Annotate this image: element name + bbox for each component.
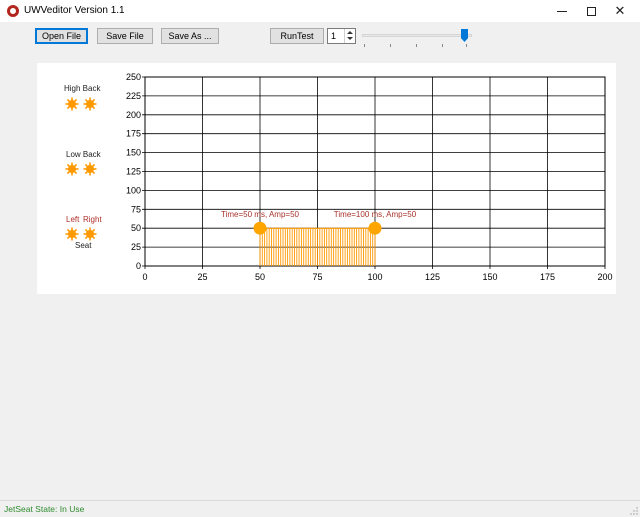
minimize-icon bbox=[557, 10, 567, 12]
axis-labels: 0 25 50 75 100 125 150 175 200 0 25 50 75 100 125 150 17… bbox=[126, 72, 613, 282]
y-tick-label: 0 bbox=[136, 261, 141, 271]
slider-track[interactable] bbox=[362, 34, 472, 37]
x-tick-label: 100 bbox=[367, 272, 382, 282]
x-tick-label: 200 bbox=[597, 272, 612, 282]
close-icon: ✕ bbox=[614, 3, 626, 18]
status-bar: JetSeat State: In Use bbox=[0, 500, 640, 517]
title-bar: UWVeditor Version 1.1 ✕ bbox=[0, 0, 640, 22]
x-tick-label: 150 bbox=[482, 272, 497, 282]
y-tick-label: 250 bbox=[126, 72, 141, 82]
y-tick-label: 175 bbox=[126, 129, 141, 139]
jetseat-status-text: JetSeat State: In Use bbox=[4, 504, 85, 514]
app-logo-icon bbox=[7, 5, 19, 17]
slider-tick bbox=[416, 44, 417, 47]
chart-grid bbox=[142, 76, 606, 269]
intensity-slider[interactable] bbox=[362, 28, 476, 48]
run-test-button[interactable]: RunTest bbox=[270, 28, 324, 44]
slider-tick bbox=[442, 44, 443, 47]
close-button[interactable]: ✕ bbox=[603, 0, 637, 22]
slider-thumb[interactable] bbox=[461, 29, 468, 42]
x-tick-label: 0 bbox=[142, 272, 147, 282]
y-tick-label: 125 bbox=[126, 167, 141, 177]
control-point[interactable] bbox=[253, 221, 267, 235]
y-tick-label: 50 bbox=[131, 223, 141, 233]
y-tick-label: 200 bbox=[126, 110, 141, 120]
resize-grip-icon[interactable] bbox=[630, 507, 638, 515]
x-tick-label: 50 bbox=[255, 272, 265, 282]
maximize-icon bbox=[586, 6, 596, 16]
y-tick-label: 25 bbox=[131, 242, 141, 252]
step-down-icon[interactable] bbox=[347, 37, 353, 40]
y-tick-label: 75 bbox=[131, 204, 141, 214]
y-tick-label: 100 bbox=[126, 185, 141, 195]
stepper-value: 1 bbox=[331, 31, 337, 41]
control-point[interactable] bbox=[368, 221, 382, 235]
control-point-label: Time=50 ms, Amp=50 bbox=[221, 210, 300, 219]
y-tick-label: 150 bbox=[126, 148, 141, 158]
waveform-chart[interactable]: 0 25 50 75 100 125 150 175 200 0 25 50 75 100 125 150 17… bbox=[37, 63, 616, 294]
open-file-button[interactable]: Open File bbox=[35, 28, 88, 44]
window-title: UWVeditor Version 1.1 bbox=[24, 5, 125, 16]
repeat-count-stepper[interactable]: 1 bbox=[327, 28, 356, 44]
step-up-icon[interactable] bbox=[347, 31, 353, 34]
save-file-button[interactable]: Save File bbox=[97, 28, 153, 44]
stepper-buttons bbox=[344, 29, 355, 43]
x-tick-label: 25 bbox=[197, 272, 207, 282]
control-points[interactable]: Time=50 ms, Amp=50 Time=100 ms, Amp=50 bbox=[221, 210, 417, 235]
slider-tick bbox=[364, 44, 365, 47]
slider-tick bbox=[466, 44, 467, 47]
editor-panel: High Back Low Back Left Right Seat 0 25 50… bbox=[37, 63, 616, 294]
slider-tick bbox=[390, 44, 391, 47]
x-tick-label: 125 bbox=[425, 272, 440, 282]
x-tick-label: 75 bbox=[312, 272, 322, 282]
y-tick-label: 225 bbox=[126, 91, 141, 101]
save-as-button[interactable]: Save As ... bbox=[161, 28, 219, 44]
control-point-label: Time=100 ms, Amp=50 bbox=[334, 210, 417, 219]
x-tick-label: 175 bbox=[540, 272, 555, 282]
